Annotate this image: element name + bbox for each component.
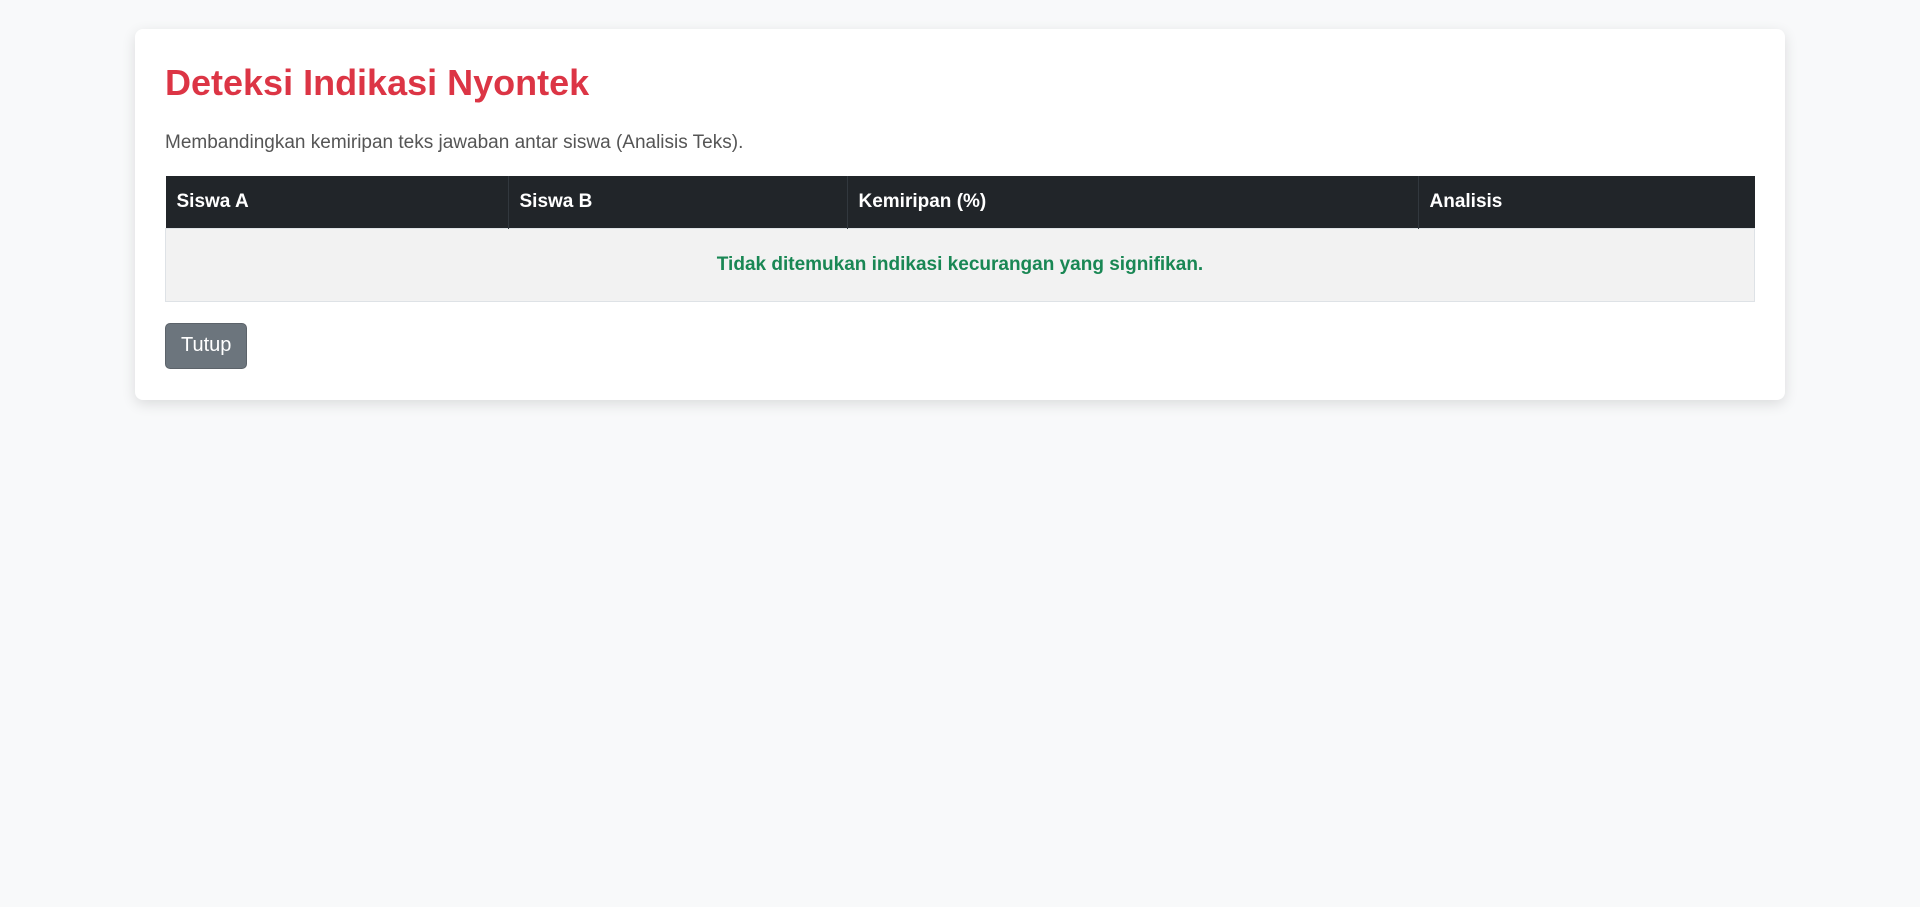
page-title: Deteksi Indikasi Nyontek	[165, 62, 590, 103]
column-header-analisis: Analisis	[1418, 175, 1755, 229]
close-button[interactable]: Tutup	[165, 322, 248, 369]
column-header-kemiripan: Kemiripan (%)	[847, 175, 1419, 229]
table-header-row: Siswa A Siswa B Kemiripan (%) Analisis	[165, 175, 1755, 229]
similarity-table: Siswa A Siswa B Kemiripan (%) Analisis T…	[165, 175, 1755, 302]
table-header: Siswa A Siswa B Kemiripan (%) Analisis	[165, 175, 1755, 229]
page-subtitle: Membandingkan kemiripan teks jawaban ant…	[165, 132, 744, 154]
column-header-siswa-a: Siswa A	[165, 175, 509, 229]
column-header-siswa-b: Siswa B	[508, 175, 848, 229]
table-body: Tidak ditemukan indikasi kecurangan yang…	[165, 227, 1755, 302]
empty-result-message: Tidak ditemukan indikasi kecurangan yang…	[165, 227, 1755, 302]
cheating-detection-card: Deteksi Indikasi Nyontek Membandingkan k…	[135, 29, 1785, 400]
table-row: Tidak ditemukan indikasi kecurangan yang…	[165, 227, 1755, 302]
